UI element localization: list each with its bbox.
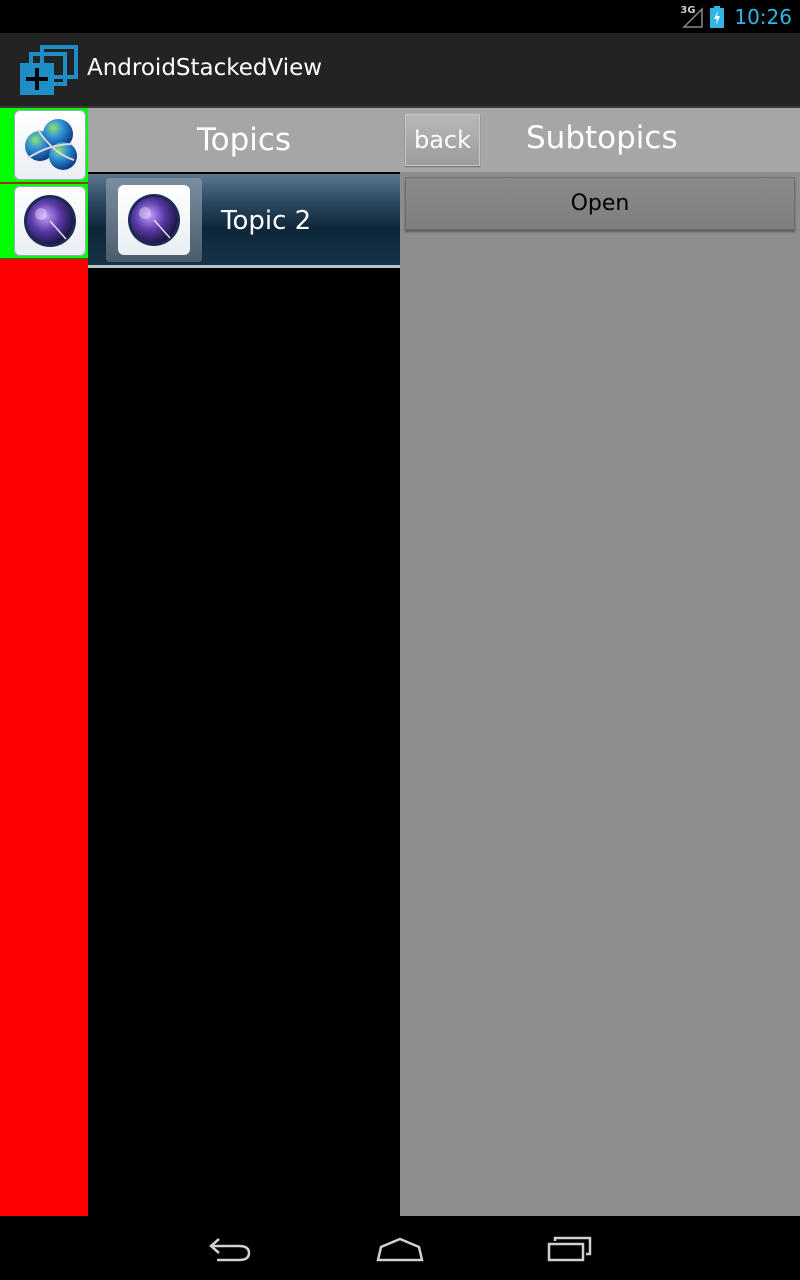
screen: 3G 10:26 AndroidStackedView Topics Topic… xyxy=(0,0,800,1280)
subtopics-panel: back Subtopics Open xyxy=(400,108,800,1216)
open-button[interactable]: Open xyxy=(405,177,795,230)
radar-sphere-icon xyxy=(118,185,190,255)
recent-apps-icon[interactable] xyxy=(540,1228,600,1268)
clock: 10:26 xyxy=(734,4,792,29)
action-bar: AndroidStackedView xyxy=(0,33,800,108)
topic-label: Topic 2 xyxy=(221,206,312,236)
topics-title: Topics xyxy=(196,122,292,158)
back-button[interactable]: back xyxy=(405,114,480,166)
battery-charging-icon xyxy=(710,5,725,28)
rail-item-1[interactable] xyxy=(0,108,88,183)
network-signal-icon: 3G xyxy=(680,5,704,29)
radar-sphere-icon xyxy=(14,186,86,256)
rail-item-2[interactable] xyxy=(0,184,88,259)
topics-panel: Topics Topic 2 xyxy=(88,108,400,1216)
navigation-bar xyxy=(0,1216,800,1280)
status-bar: 3G 10:26 xyxy=(0,0,800,33)
back-icon[interactable] xyxy=(200,1228,260,1268)
status-icons: 3G 10:26 xyxy=(680,0,792,33)
stack-rail xyxy=(0,108,88,1216)
topic-thumb-frame xyxy=(106,178,202,262)
topics-header: Topics xyxy=(88,108,400,172)
app-title: AndroidStackedView xyxy=(87,55,323,81)
topic-item-selected[interactable]: Topic 2 xyxy=(88,174,400,268)
subtopics-title: Subtopics xyxy=(526,120,678,156)
subtopics-header: back Subtopics xyxy=(400,108,800,172)
globe-network-icon xyxy=(14,110,86,180)
stacked-cards-plus-icon[interactable] xyxy=(18,45,78,97)
home-icon[interactable] xyxy=(370,1228,430,1268)
